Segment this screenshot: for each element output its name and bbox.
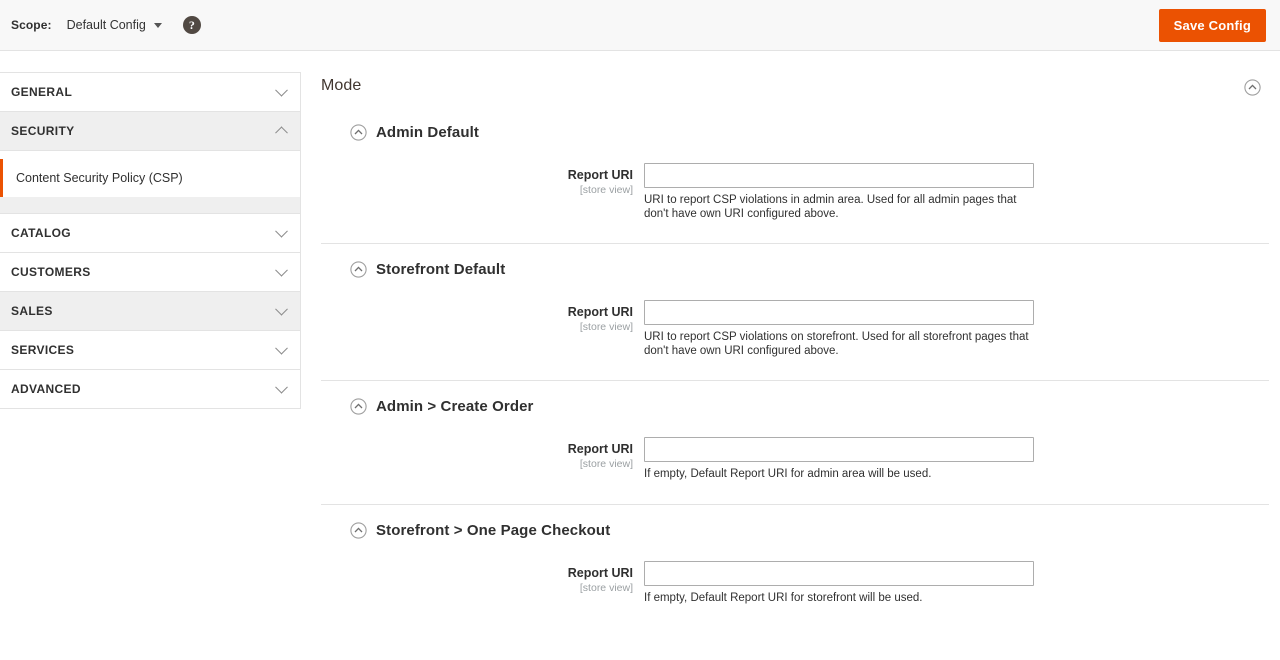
chevron-up-circle-icon bbox=[350, 124, 367, 141]
config-main-content: Mode Admin Default Report URI [store view]… bbox=[301, 51, 1280, 627]
scope-switcher: Scope: Default Config ? bbox=[0, 16, 201, 34]
report-uri-label: Report URI bbox=[567, 565, 633, 580]
sidebar-section-catalog: CATALOG bbox=[0, 213, 301, 252]
report-uri-input[interactable] bbox=[644, 300, 1034, 325]
config-group-body: Admin Default Report URI [store view] URI t… bbox=[321, 107, 1269, 243]
field-label-column: Report URI [store view] bbox=[321, 437, 644, 470]
sidebar-item-general[interactable]: GENERAL bbox=[0, 73, 300, 111]
config-group-legend[interactable]: Admin Default bbox=[350, 124, 1269, 141]
section-header: Mode bbox=[321, 51, 1269, 107]
field-control-column: If empty, Default Report URI for admin a… bbox=[644, 437, 1034, 482]
field-row: Report URI [store view] If empty, Default … bbox=[321, 560, 1269, 606]
field-control-column: If empty, Default Report URI for storefr… bbox=[644, 560, 1034, 606]
sidebar-section-advanced: ADVANCED bbox=[0, 369, 301, 409]
config-group-title: Admin Default bbox=[376, 124, 479, 141]
chevron-up-icon bbox=[275, 126, 288, 140]
save-config-button[interactable]: Save Config bbox=[1158, 9, 1266, 42]
config-group: Admin Default Report URI [store view] URI t… bbox=[321, 107, 1269, 243]
field-note: URI to report CSP violations on storefro… bbox=[644, 331, 1029, 357]
chevron-down-icon bbox=[153, 22, 162, 28]
config-group-legend[interactable]: Storefront > One Page Checkout bbox=[350, 522, 1269, 539]
field-label-column: Report URI [store view] bbox=[321, 300, 644, 333]
field-scope-hint: [store view] bbox=[579, 581, 633, 594]
field-scope-hint: [store view] bbox=[579, 321, 633, 333]
sidebar-item-security[interactable]: SECURITY bbox=[0, 112, 300, 150]
sidebar-item-label: GENERAL bbox=[11, 85, 73, 99]
field-row: Report URI [store view] URI to report CSP … bbox=[321, 163, 1269, 221]
collapse-all-icon[interactable] bbox=[1244, 79, 1261, 96]
sidebar-section-general: GENERAL bbox=[0, 72, 301, 111]
config-group: Admin > Create Order Report URI [store vie… bbox=[321, 380, 1269, 504]
config-group-title: Storefront Default bbox=[376, 261, 506, 278]
chevron-down-icon bbox=[275, 224, 288, 238]
sidebar-item-sales[interactable]: SALES bbox=[0, 292, 300, 330]
scope-dropdown[interactable]: Default Config bbox=[67, 18, 162, 32]
chevron-up-circle-icon bbox=[350, 521, 367, 539]
report-uri-label: Report URI bbox=[567, 168, 633, 182]
sidebar-section-security: SECURITY Content Security Policy (CSP) bbox=[0, 111, 301, 213]
page-header: Scope: Default Config ? Save Config bbox=[0, 0, 1280, 51]
report-uri-input[interactable] bbox=[644, 437, 1034, 462]
field-control-column: URI to report CSP violations in admin ar… bbox=[644, 163, 1036, 221]
config-group-title: Storefront > One Page Checkout bbox=[376, 521, 611, 539]
field-label-column: Report URI [store view] bbox=[321, 561, 644, 594]
question-mark-icon[interactable]: ? bbox=[182, 16, 201, 34]
field-row: Report URI [store view] URI to report CSP … bbox=[321, 300, 1269, 358]
sidebar-section-sales: SALES bbox=[0, 291, 301, 330]
field-control-column: URI to report CSP violations on storefro… bbox=[644, 300, 1036, 358]
chevron-up-circle-icon bbox=[350, 261, 367, 278]
config-group-body: Storefront Default Report URI [store view]… bbox=[321, 244, 1269, 380]
sidebar-subitem-content-security-policy[interactable]: Content Security Policy (CSP) bbox=[0, 159, 300, 197]
field-note: If empty, Default Report URI for storefr… bbox=[644, 591, 923, 604]
scope-label: Scope: bbox=[11, 18, 52, 32]
sidebar-item-label: SERVICES bbox=[11, 343, 75, 357]
page-title: Mode bbox=[321, 77, 362, 94]
sidebar-item-customers[interactable]: CUSTOMERS bbox=[0, 253, 300, 291]
sidebar-item-label: CUSTOMERS bbox=[11, 265, 91, 279]
chevron-down-icon bbox=[275, 380, 288, 394]
sidebar-section-customers: CUSTOMERS bbox=[0, 252, 301, 291]
sidebar-subitem-label: Content Security Policy (CSP) bbox=[16, 171, 183, 185]
config-group-body: Storefront > One Page Checkout Report URI… bbox=[321, 505, 1269, 628]
sidebar-item-label: CATALOG bbox=[11, 226, 71, 240]
config-group-title: Admin > Create Order bbox=[376, 398, 534, 415]
config-group-body: Admin > Create Order Report URI [store vie… bbox=[321, 381, 1269, 504]
report-uri-input[interactable] bbox=[644, 560, 1034, 586]
chevron-down-icon bbox=[275, 302, 288, 316]
sidebar-item-label: SALES bbox=[11, 304, 53, 318]
field-note: If empty, Default Report URI for admin a… bbox=[644, 468, 932, 480]
chevron-down-icon bbox=[275, 263, 288, 277]
config-group-legend[interactable]: Storefront Default bbox=[350, 261, 1269, 278]
report-uri-label: Report URI bbox=[567, 305, 633, 319]
sidebar-subitems-spacer bbox=[0, 197, 300, 213]
sidebar-item-catalog[interactable]: CATALOG bbox=[0, 214, 300, 252]
config-group: Storefront > One Page Checkout Report URI… bbox=[321, 503, 1269, 628]
field-scope-hint: [store view] bbox=[579, 458, 633, 470]
sidebar-item-advanced[interactable]: ADVANCED bbox=[0, 370, 300, 408]
report-uri-input[interactable] bbox=[644, 163, 1034, 188]
chevron-up-circle-icon bbox=[350, 398, 367, 415]
field-label-column: Report URI [store view] bbox=[321, 163, 644, 196]
sidebar-section-services: SERVICES bbox=[0, 330, 301, 369]
page-body: GENERAL SECURITY Content Security Policy (… bbox=[0, 51, 1280, 660]
sidebar-item-services[interactable]: SERVICES bbox=[0, 331, 300, 369]
field-note: URI to report CSP violations in admin ar… bbox=[644, 194, 1017, 220]
chevron-down-icon bbox=[275, 83, 288, 97]
field-row: Report URI [store view] If empty, Default … bbox=[321, 437, 1269, 482]
config-group-legend[interactable]: Admin > Create Order bbox=[350, 398, 1269, 415]
sidebar-subitems: Content Security Policy (CSP) bbox=[0, 150, 300, 213]
report-uri-label: Report URI bbox=[567, 442, 633, 456]
chevron-down-icon bbox=[275, 341, 288, 355]
config-groups: Admin Default Report URI [store view] URI t… bbox=[321, 107, 1269, 627]
scope-dropdown-value: Default Config bbox=[66, 18, 146, 32]
sidebar-item-label: SECURITY bbox=[11, 124, 75, 138]
field-scope-hint: [store view] bbox=[579, 184, 633, 196]
sidebar-item-label: ADVANCED bbox=[11, 382, 81, 396]
config-sidebar-nav: GENERAL SECURITY Content Security Policy (… bbox=[0, 51, 301, 409]
config-group: Storefront Default Report URI [store view]… bbox=[321, 243, 1269, 380]
